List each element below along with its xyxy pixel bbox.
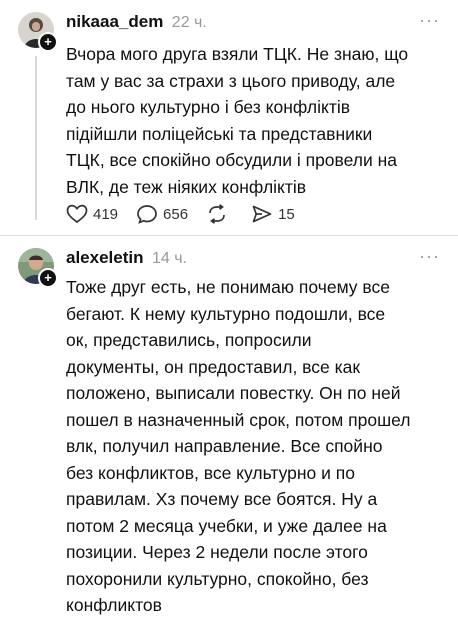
share-icon bbox=[252, 205, 272, 223]
post-text: Вчора мого друга взяли ТЦК. Не знаю, що … bbox=[66, 44, 409, 197]
share-button[interactable]: 15 bbox=[251, 204, 295, 224]
action-bar: 419 656 15 bbox=[66, 202, 313, 226]
thread-line bbox=[35, 56, 37, 220]
timestamp: 14 ч. bbox=[151, 250, 187, 267]
avatar[interactable]: + bbox=[18, 248, 58, 288]
post-nikaaa-dem: + nikaaa_dem 22 ч. ··· Вчора мого друга … bbox=[0, 0, 458, 238]
username[interactable]: alexeletin bbox=[66, 248, 144, 267]
comment-button[interactable]: 656 bbox=[136, 204, 188, 224]
like-button[interactable]: 419 bbox=[66, 204, 118, 224]
like-count: 419 bbox=[93, 205, 119, 223]
more-icon[interactable]: ··· bbox=[419, 10, 440, 31]
post-alexeletin: + alexeletin 14 ч. ··· Тоже друг есть, н… bbox=[0, 236, 458, 615]
post-header: nikaaa_dem 22 ч. ··· bbox=[66, 10, 440, 34]
avatar[interactable]: + bbox=[18, 12, 58, 52]
comment-icon bbox=[137, 205, 157, 224]
plus-icon[interactable]: + bbox=[38, 268, 58, 288]
comment-count: 656 bbox=[163, 205, 189, 223]
plus-icon[interactable]: + bbox=[38, 32, 58, 52]
repost-icon bbox=[209, 204, 225, 224]
share-count: 15 bbox=[278, 205, 295, 223]
heart-icon bbox=[66, 204, 88, 224]
timestamp: 22 ч. bbox=[171, 14, 207, 31]
post-text: Тоже друг есть, не понимаю почему все бе… bbox=[66, 277, 411, 615]
repost-button[interactable] bbox=[206, 204, 233, 224]
username[interactable]: nikaaa_dem bbox=[66, 12, 163, 31]
post-header: alexeletin 14 ч. ··· bbox=[66, 246, 440, 270]
more-icon[interactable]: ··· bbox=[419, 246, 440, 267]
